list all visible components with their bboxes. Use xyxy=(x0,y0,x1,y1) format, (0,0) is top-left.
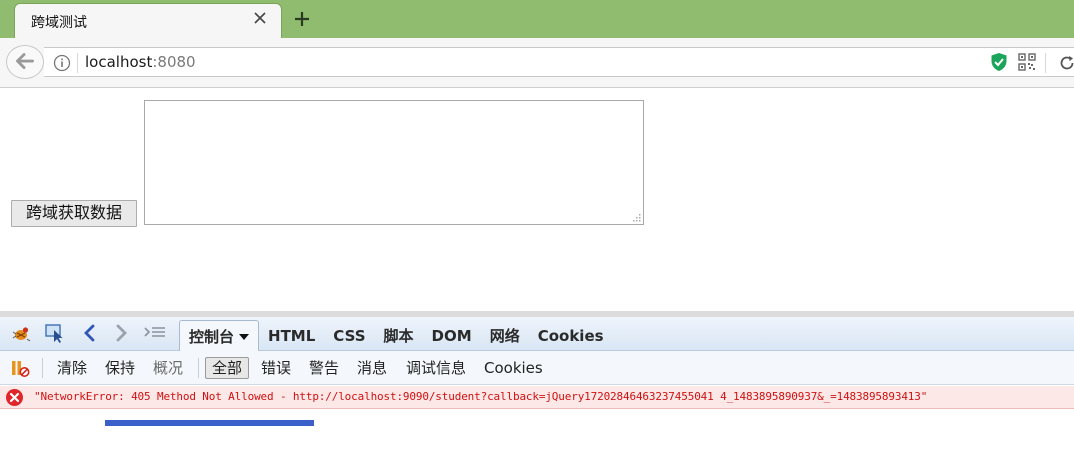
filter-warnings-button[interactable]: 警告 xyxy=(303,357,345,379)
persist-button[interactable]: 保持 xyxy=(99,357,141,379)
browser-tab[interactable]: 跨域测试 xyxy=(14,3,282,38)
forward-chevron-icon[interactable] xyxy=(111,323,133,343)
firebug-icon[interactable] xyxy=(10,323,32,343)
back-button[interactable] xyxy=(6,45,44,79)
url-divider xyxy=(77,53,78,73)
filter-cookies-button[interactable]: Cookies xyxy=(478,357,549,379)
console-output: "NetworkError: 405 Method Not Allowed - … xyxy=(0,386,1074,456)
tab-script[interactable]: 脚本 xyxy=(375,320,423,351)
inspect-element-icon[interactable] xyxy=(44,323,66,343)
filter-debug-button[interactable]: 调试信息 xyxy=(400,357,472,379)
tab-title: 跨域测试 xyxy=(31,15,87,31)
reload-icon[interactable] xyxy=(1058,54,1074,72)
tab-console[interactable]: 控制台 xyxy=(179,320,260,351)
close-tab-icon[interactable] xyxy=(251,9,269,27)
tab-css[interactable]: CSS xyxy=(324,320,374,351)
navigation-bar: localhost:8080 xyxy=(0,38,1074,88)
qr-code-icon[interactable] xyxy=(1018,53,1036,71)
console-scrollbar[interactable] xyxy=(105,420,314,426)
dropdown-caret-icon[interactable] xyxy=(239,334,250,340)
error-message[interactable]: "NetworkError: 405 Method Not Allowed - … xyxy=(34,390,927,403)
tab-network[interactable]: 网络 xyxy=(481,320,529,351)
clear-button[interactable]: 清除 xyxy=(51,357,93,379)
filter-all-button[interactable]: 全部 xyxy=(205,357,250,379)
site-info-icon[interactable] xyxy=(53,54,71,72)
profile-button[interactable]: 概况 xyxy=(147,357,189,379)
command-line-icon[interactable] xyxy=(144,323,166,343)
toolbar-divider xyxy=(1045,53,1046,73)
toolbar-separator xyxy=(42,358,43,378)
back-chevron-icon[interactable] xyxy=(80,323,102,343)
address-bar[interactable]: localhost:8080 xyxy=(44,47,1074,77)
tab-dom[interactable]: DOM xyxy=(423,320,481,351)
new-tab-icon[interactable] xyxy=(292,9,312,29)
filter-errors-button[interactable]: 错误 xyxy=(255,357,297,379)
firebug-toolbar: 控制台 HTML CSS 脚本 DOM 网络 Cookies xyxy=(0,317,1074,351)
console-toolbar: 清除 保持 概况 全部 错误 警告 消息 调试信息 Cookies xyxy=(0,351,1074,385)
tab-strip: 跨域测试 xyxy=(0,0,1074,38)
url-host: localhost xyxy=(85,53,153,71)
resize-grip-icon[interactable] xyxy=(631,212,641,222)
result-textarea[interactable] xyxy=(144,100,644,225)
shield-icon[interactable] xyxy=(990,52,1008,72)
error-icon xyxy=(6,389,23,406)
tab-html[interactable]: HTML xyxy=(259,320,324,351)
filter-info-button[interactable]: 消息 xyxy=(351,357,393,379)
break-on-errors-icon[interactable] xyxy=(10,359,30,378)
fetch-data-button[interactable]: 跨域获取数据 xyxy=(11,200,137,227)
console-error-row[interactable]: "NetworkError: 405 Method Not Allowed - … xyxy=(0,386,1074,409)
url-text[interactable]: localhost:8080 xyxy=(85,53,196,71)
page-content: 跨域获取数据 xyxy=(0,89,1074,311)
url-port: :8080 xyxy=(152,53,196,71)
firebug-panel-tabs: 控制台 HTML CSS 脚本 DOM 网络 Cookies xyxy=(179,320,613,351)
tab-cookies[interactable]: Cookies xyxy=(529,320,613,351)
tab-console-label: 控制台 xyxy=(189,328,235,346)
toolbar-separator xyxy=(198,358,199,378)
back-arrow-icon xyxy=(16,53,34,70)
